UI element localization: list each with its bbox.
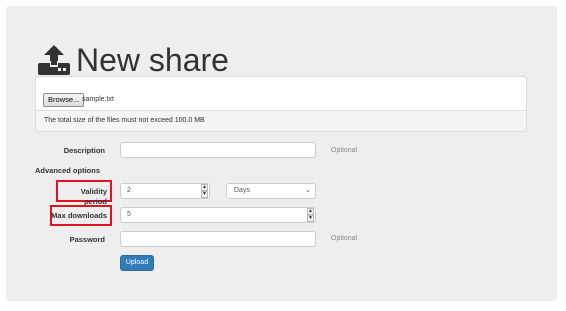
size-notice-footer: The total size of the files must not exc… [36,110,526,131]
page-title: New share [76,42,229,78]
browse-button[interactable]: Browse... [43,93,85,107]
size-notice-text: The total size of the files must not exc… [44,117,205,124]
description-input[interactable] [120,142,316,158]
chevron-down-icon: ⌄ [305,187,311,194]
selected-file-name: sample.txt [82,96,114,103]
spinner-down-icon[interactable]: ▼ [307,215,314,222]
upload-icon [38,45,70,75]
page-header: New share [36,40,229,80]
description-optional-hint: Optional [331,147,358,154]
spinner-down-icon[interactable]: ▼ [201,191,208,198]
advanced-options-heading: Advanced options [35,166,101,175]
spinner-up-icon[interactable]: ▲ [201,184,208,191]
password-optional-hint: Optional [331,235,358,242]
password-input[interactable] [120,231,316,247]
validity-unit-value: Days [234,187,250,194]
spinner-up-icon[interactable]: ▲ [307,208,314,215]
password-label: Password [69,235,105,244]
max-downloads-input[interactable]: 5 [120,207,316,223]
validity-period-label: Validity period [80,187,107,206]
validity-spinner[interactable]: ▲ ▼ [201,184,208,198]
description-label: Description [63,146,105,155]
validity-period-input[interactable]: 2 [120,183,210,199]
file-panel-body: Browse... sample.txt [36,77,526,111]
file-panel: Browse... sample.txt The total size of t… [35,76,527,132]
validity-unit-select[interactable]: Days ⌄ [226,183,316,199]
upload-button[interactable]: Upload [120,255,154,271]
max-downloads-spinner[interactable]: ▲ ▼ [307,208,314,222]
max-downloads-label: Max downloads [51,211,107,220]
